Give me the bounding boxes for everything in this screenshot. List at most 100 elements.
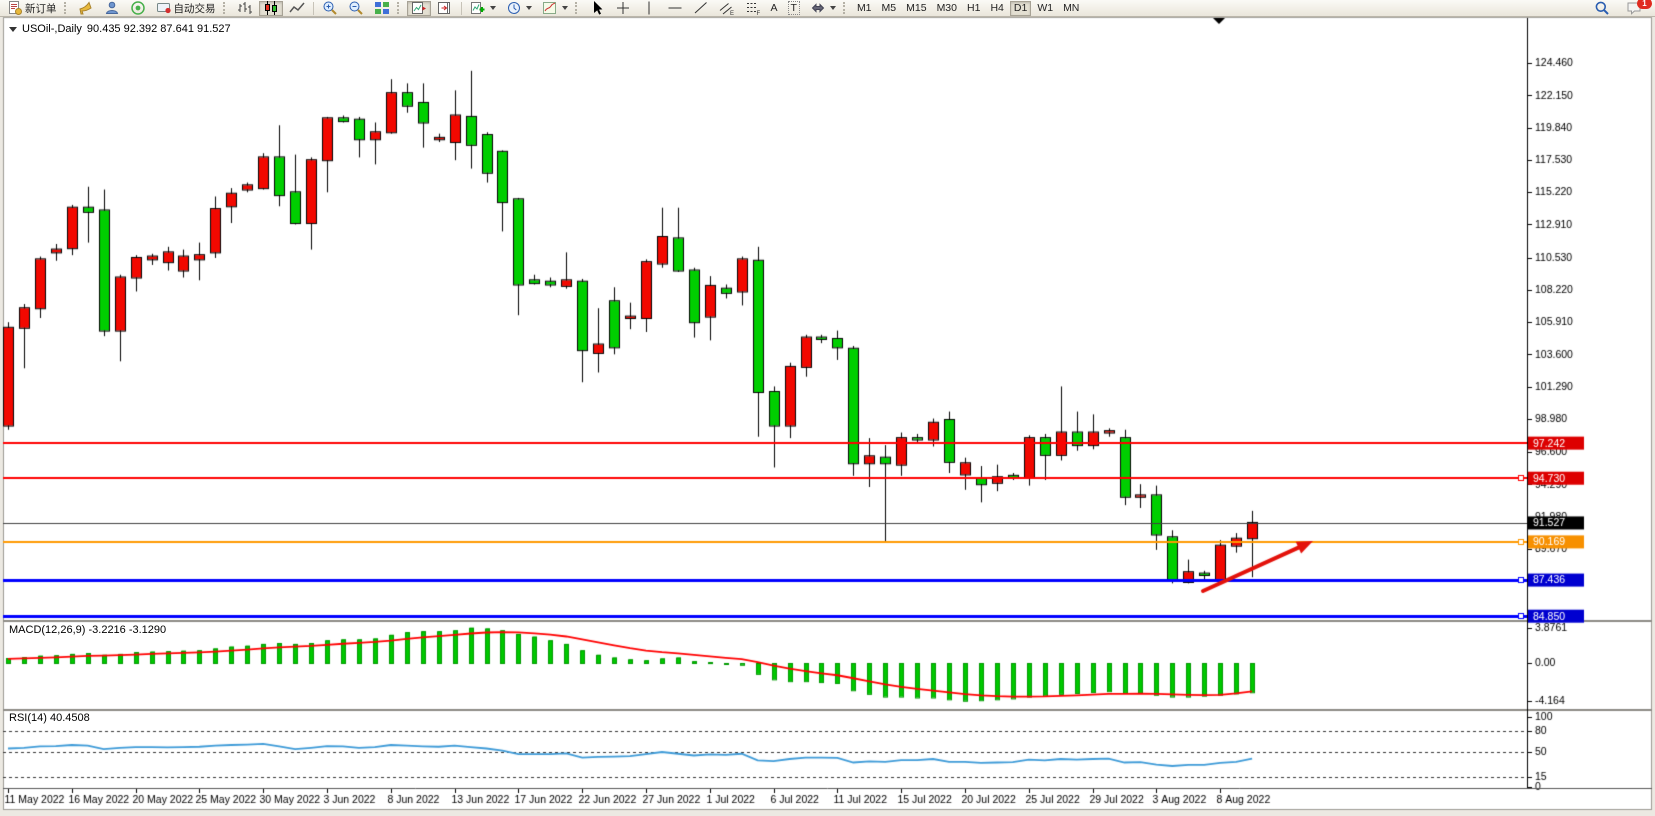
shapes-icon xyxy=(810,0,826,16)
equidistant-channel-icon: E xyxy=(719,0,735,16)
bar-chart-icon xyxy=(237,0,253,16)
zoom-in-icon xyxy=(322,0,338,16)
timeframe-label: D1 xyxy=(1014,2,1027,14)
timeframe-m1-button[interactable]: M1 xyxy=(853,1,876,16)
toolbar-grip xyxy=(397,2,404,14)
timeframe-label: M15 xyxy=(906,2,926,14)
search-icon xyxy=(1594,0,1610,16)
symbol-period-label: USOil-,Daily xyxy=(22,23,82,35)
text-button[interactable]: A xyxy=(767,1,782,16)
trendline-button[interactable] xyxy=(689,1,713,16)
main-toolbar: 新订单 自动交易 E F AT M1 M5 M15 M30 H1 H4 D1 W1 MN 1 xyxy=(0,0,1655,17)
trendline-icon xyxy=(693,0,709,16)
macd-indicator-label: MACD(12,26,9) -3.2216 -3.1290 xyxy=(9,624,166,636)
line-chart-icon xyxy=(289,0,305,16)
timeframe-label: M5 xyxy=(882,2,897,14)
chart-shift-icon xyxy=(411,0,427,16)
timeframe-label: M1 xyxy=(857,2,872,14)
timeframe-label: H1 xyxy=(967,2,980,14)
zoom-out-button[interactable] xyxy=(344,1,368,16)
new-order-icon xyxy=(7,0,23,16)
market-signal-icon xyxy=(130,0,146,16)
svg-text:E: E xyxy=(730,11,734,16)
chevron-down-icon xyxy=(830,6,836,10)
community-icon xyxy=(104,0,120,16)
timeframe-m15-button[interactable]: M15 xyxy=(902,1,930,16)
cursor-button[interactable] xyxy=(585,1,609,16)
timeframe-label: M30 xyxy=(937,2,957,14)
toolbar-separator xyxy=(461,2,462,15)
chart-title-bar[interactable]: USOil-,Daily 90.435 92.392 87.641 91.527 xyxy=(9,23,231,35)
horizontal-line-button[interactable] xyxy=(663,1,687,16)
macd-values: -3.2216 -3.1290 xyxy=(88,624,166,636)
indicators-button[interactable] xyxy=(466,1,500,16)
auto-trading-button[interactable]: 自动交易 xyxy=(152,1,220,16)
cursor-icon xyxy=(589,0,605,16)
rsi-indicator-label: RSI(14) 40.4508 xyxy=(9,712,90,724)
candlestick-chart-button[interactable] xyxy=(259,1,283,16)
chart-shift-button[interactable] xyxy=(407,1,431,16)
timeframe-w1-button[interactable]: W1 xyxy=(1033,1,1057,16)
toolbar-separator xyxy=(313,2,314,15)
zoom-out-icon xyxy=(348,0,364,16)
chevron-down-icon[interactable] xyxy=(9,27,17,32)
candlestick-chart-icon xyxy=(263,0,279,16)
tile-windows-button[interactable] xyxy=(370,1,394,16)
auto-scroll-icon xyxy=(437,0,453,16)
text-label-label: T xyxy=(788,1,800,15)
crosshair-icon xyxy=(615,0,631,16)
indicators-icon xyxy=(470,0,486,16)
timeframe-m5-button[interactable]: M5 xyxy=(878,1,901,16)
rsi-name: RSI(14) xyxy=(9,712,47,724)
sound-alert-button[interactable] xyxy=(74,1,98,16)
vertical-line-button[interactable] xyxy=(637,1,661,16)
timeframe-m30-button[interactable]: M30 xyxy=(933,1,961,16)
notification-badge: 1 xyxy=(1637,0,1652,9)
auto-scroll-button[interactable] xyxy=(433,1,457,16)
application-window: 新订单 自动交易 E F AT M1 M5 M15 M30 H1 H4 D1 W1 MN 1 USOil-,… xyxy=(0,0,1655,816)
timeframe-label: H4 xyxy=(990,2,1003,14)
community-button[interactable] xyxy=(100,1,124,16)
equidistant-channel-button[interactable]: E xyxy=(715,1,739,16)
text-label-button[interactable]: T xyxy=(784,1,804,16)
timeframe-mn-button[interactable]: MN xyxy=(1059,1,1083,16)
new-order-label: 新订单 xyxy=(25,1,57,16)
auto-trading-label: 自动交易 xyxy=(174,1,216,16)
main-chart-canvas[interactable] xyxy=(0,0,1655,816)
periods-button[interactable] xyxy=(502,1,536,16)
macd-name: MACD(12,26,9) xyxy=(9,624,85,636)
new-order-button[interactable]: 新订单 xyxy=(3,1,61,16)
horizontal-line-icon xyxy=(667,0,683,16)
shapes-button[interactable] xyxy=(806,1,840,16)
crosshair-button[interactable] xyxy=(611,1,635,16)
market-signal-button[interactable] xyxy=(126,1,150,16)
timeframe-label: W1 xyxy=(1037,2,1053,14)
timeframe-h1-button[interactable]: H1 xyxy=(963,1,984,16)
auto-trading-icon xyxy=(156,0,172,16)
zoom-in-button[interactable] xyxy=(318,1,342,16)
rsi-value: 40.4508 xyxy=(50,712,90,724)
toolbar-grip xyxy=(843,2,850,14)
tile-windows-icon xyxy=(374,0,390,16)
timeframe-label: MN xyxy=(1063,2,1079,14)
svg-text:F: F xyxy=(756,11,760,16)
toolbar-right-group: 1 xyxy=(1589,1,1653,16)
text-label: A xyxy=(771,2,778,14)
chevron-down-icon xyxy=(490,6,496,10)
templates-button[interactable] xyxy=(538,1,572,16)
fibonacci-button[interactable]: F xyxy=(741,1,765,16)
bar-chart-button[interactable] xyxy=(233,1,257,16)
search-button[interactable] xyxy=(1590,1,1614,16)
chevron-down-icon xyxy=(526,6,532,10)
chevron-down-icon xyxy=(562,6,568,10)
toolbar-grip xyxy=(223,2,230,14)
timeframe-d1-button[interactable]: D1 xyxy=(1010,1,1031,16)
chat-button[interactable]: 1 xyxy=(1622,1,1646,16)
line-chart-button[interactable] xyxy=(285,1,309,16)
sound-alert-icon xyxy=(78,0,94,16)
periods-icon xyxy=(506,0,522,16)
toolbar-grip xyxy=(575,2,582,14)
vertical-line-icon xyxy=(641,0,657,16)
timeframe-h4-button[interactable]: H4 xyxy=(986,1,1007,16)
toolbar-grip xyxy=(64,2,71,14)
